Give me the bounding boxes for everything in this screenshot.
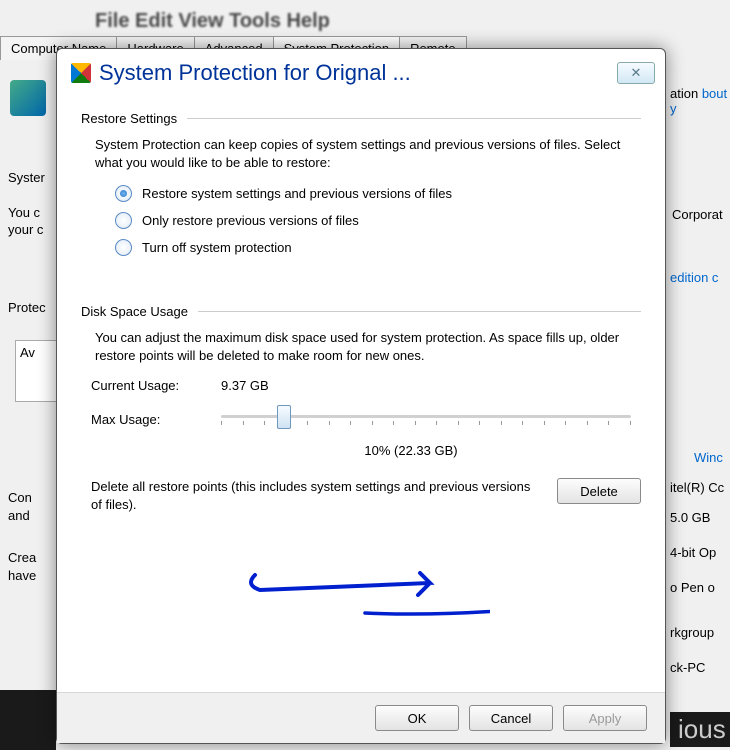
bg-text: 4-bit Op xyxy=(670,545,716,560)
section-label: Disk Space Usage xyxy=(81,304,188,319)
section-label: Restore Settings xyxy=(81,111,177,126)
restore-settings-header: Restore Settings xyxy=(81,111,641,126)
radio-restore-files-only[interactable]: Only restore previous versions of files xyxy=(115,212,641,229)
bg-text: ck-PC xyxy=(670,660,705,675)
shield-icon xyxy=(71,63,91,83)
radio-turn-off[interactable]: Turn off system protection xyxy=(115,239,641,256)
bg-text: o Pen o xyxy=(670,580,715,595)
radio-label: Turn off system protection xyxy=(142,240,292,255)
dialog-title: System Protection for Orignal ... xyxy=(99,60,617,86)
bg-link[interactable]: Winc xyxy=(694,450,723,465)
bg-text: ious xyxy=(670,712,730,747)
bg-frame: Av xyxy=(15,340,62,402)
system-protection-icon xyxy=(10,80,46,116)
disk-usage-header: Disk Space Usage xyxy=(81,304,641,319)
bg-text: itel(R) Cc xyxy=(670,480,724,495)
bg-text: You c xyxy=(8,205,40,220)
ok-button[interactable]: OK xyxy=(375,705,459,731)
current-usage-row: Current Usage: 9.37 GB xyxy=(91,378,641,393)
bg-text: Protec xyxy=(8,300,46,315)
max-usage-value: 10% (22.33 GB) xyxy=(181,443,641,458)
delete-restore-points-row: Delete all restore points (this includes… xyxy=(91,478,641,513)
bg-text: Crea xyxy=(8,550,36,565)
bg-text: and xyxy=(8,508,30,523)
max-usage-row: Max Usage: xyxy=(91,403,641,435)
bg-text: your c xyxy=(8,222,43,237)
radio-icon xyxy=(115,212,132,229)
radio-icon xyxy=(115,239,132,256)
cancel-button[interactable]: Cancel xyxy=(469,705,553,731)
radio-restore-all[interactable]: Restore system settings and previous ver… xyxy=(115,185,641,202)
radio-icon xyxy=(115,185,132,202)
bg-dark xyxy=(0,690,56,750)
dialog-content: Restore Settings System Protection can k… xyxy=(57,91,665,521)
bg-text: ation bout y xyxy=(670,86,730,116)
bg-text: Corporat xyxy=(672,207,723,222)
system-protection-dialog: System Protection for Orignal ... ✕ Rest… xyxy=(56,48,666,744)
titlebar: System Protection for Orignal ... ✕ xyxy=(57,49,665,91)
restore-description: System Protection can keep copies of sys… xyxy=(95,136,639,171)
current-usage-value: 9.37 GB xyxy=(221,378,269,393)
radio-label: Restore system settings and previous ver… xyxy=(142,186,452,201)
restore-options: Restore system settings and previous ver… xyxy=(115,185,641,256)
bg-text: Syster xyxy=(8,170,45,185)
close-icon: ✕ xyxy=(631,65,642,81)
bg-link[interactable]: edition c xyxy=(670,270,718,285)
bg-text: Con xyxy=(8,490,32,505)
bg-text: have xyxy=(8,568,36,583)
menubar: File Edit View Tools Help xyxy=(95,10,330,33)
max-usage-label: Max Usage: xyxy=(91,412,221,427)
radio-label: Only restore previous versions of files xyxy=(142,213,359,228)
bg-text: 5.0 GB xyxy=(670,510,710,525)
disk-description: You can adjust the maximum disk space us… xyxy=(95,329,639,364)
delete-description: Delete all restore points (this includes… xyxy=(91,478,533,513)
dialog-footer: OK Cancel Apply xyxy=(57,692,665,743)
max-usage-slider[interactable] xyxy=(221,403,641,435)
delete-button[interactable]: Delete xyxy=(557,478,641,504)
current-usage-label: Current Usage: xyxy=(91,378,221,393)
slider-thumb[interactable] xyxy=(277,405,291,429)
bg-text: Av xyxy=(16,341,61,364)
apply-button[interactable]: Apply xyxy=(563,705,647,731)
close-button[interactable]: ✕ xyxy=(617,62,655,84)
bg-text: rkgroup xyxy=(670,625,714,640)
